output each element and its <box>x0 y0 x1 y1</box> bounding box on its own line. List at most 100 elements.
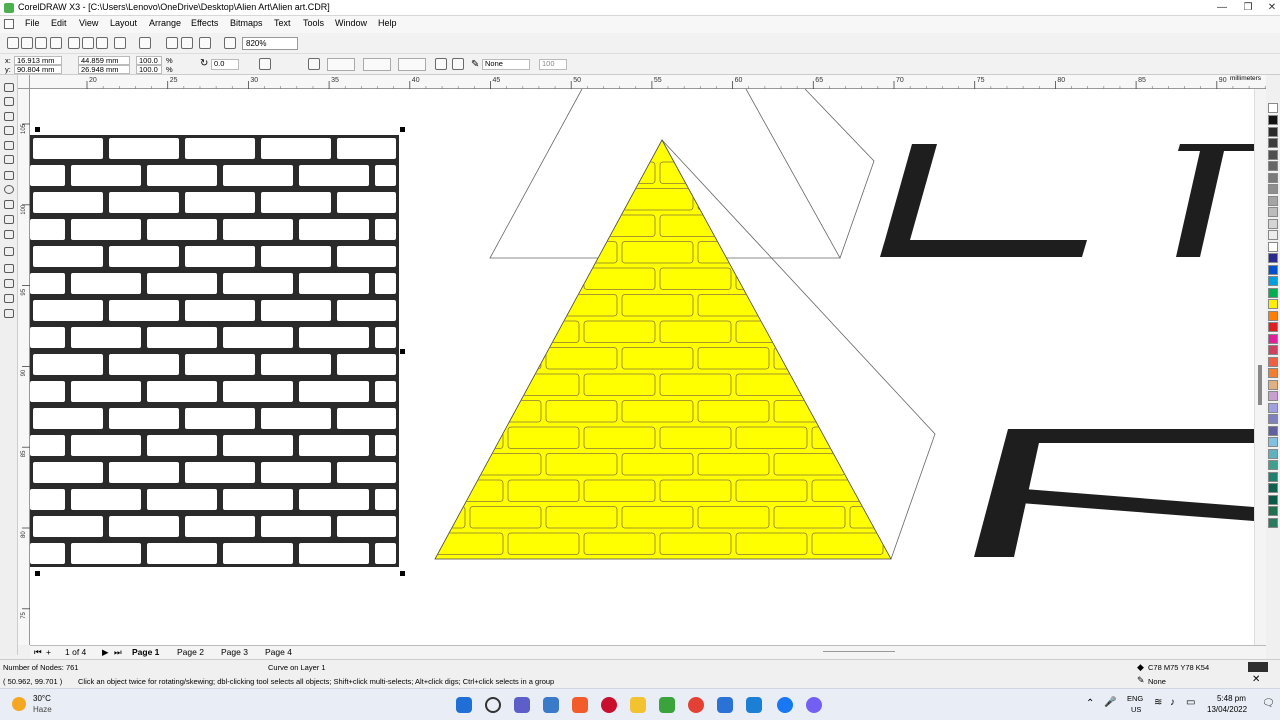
volume-icon[interactable]: ♪ <box>1170 697 1175 708</box>
menu-help[interactable]: Help <box>378 18 397 28</box>
width-field[interactable]: 44.859 mm <box>78 56 130 65</box>
polygon-tool-icon[interactable] <box>4 200 14 209</box>
freehand-tool-icon[interactable] <box>4 141 14 150</box>
chevron-up-icon[interactable]: ⌃ <box>1086 698 1094 709</box>
palette-swatch[interactable] <box>1268 437 1278 447</box>
weather-desc[interactable]: Haze <box>33 705 52 714</box>
file-explorer-alt-icon[interactable] <box>543 697 559 713</box>
menu-text[interactable]: Text <box>274 18 291 28</box>
menu-file[interactable]: File <box>25 18 40 28</box>
wrap-icon[interactable] <box>308 58 320 70</box>
clock-time[interactable]: 5:48 pm <box>1217 694 1246 703</box>
vertical-ruler[interactable]: 105 100 95 90 85 80 75 <box>18 89 30 645</box>
launcher-icon[interactable] <box>199 37 211 49</box>
palette-swatch[interactable] <box>1268 253 1278 263</box>
y-position-field[interactable]: 90.804 mm <box>14 65 62 74</box>
palette-swatch[interactable] <box>1268 368 1278 378</box>
windows-start-icon[interactable] <box>456 697 472 713</box>
save-icon[interactable] <box>35 37 47 49</box>
menu-effects[interactable]: Effects <box>191 18 218 28</box>
tab-page-3[interactable]: Page 3 <box>221 647 248 657</box>
palette-swatch[interactable] <box>1268 184 1278 194</box>
app-store-icon[interactable] <box>717 697 733 713</box>
cut-icon[interactable] <box>68 37 80 49</box>
palette-swatch[interactable] <box>1268 161 1278 171</box>
outline-tool-icon[interactable] <box>4 279 14 288</box>
print-icon[interactable] <box>50 37 62 49</box>
microphone-icon[interactable]: 🎤 <box>1104 697 1116 708</box>
palette-swatch[interactable] <box>1268 172 1278 183</box>
palette-swatch[interactable] <box>1268 333 1278 344</box>
battery-icon[interactable]: ▭ <box>1186 697 1195 708</box>
media-icon[interactable] <box>601 697 617 713</box>
brick-wall[interactable] <box>30 135 399 567</box>
line-style-select[interactable] <box>398 58 426 71</box>
palette-swatch[interactable] <box>1268 379 1278 390</box>
rectangle-tool-icon[interactable] <box>4 171 14 180</box>
import-icon[interactable] <box>166 37 178 49</box>
minimize-button[interactable]: — <box>1208 0 1236 16</box>
interactive-tool-icon[interactable] <box>4 247 14 256</box>
menu-bitmaps[interactable]: Bitmaps <box>230 18 263 28</box>
fill-tool-icon[interactable] <box>4 294 14 303</box>
palette-swatch[interactable] <box>1268 356 1278 367</box>
basic-shapes-tool-icon[interactable] <box>4 215 14 224</box>
palette-swatch[interactable] <box>1268 322 1278 332</box>
menu-layout[interactable]: Layout <box>110 18 137 28</box>
pick-tool-icon[interactable] <box>4 83 14 92</box>
palette-swatch[interactable] <box>1268 310 1278 321</box>
viber-icon[interactable] <box>806 697 822 713</box>
menu-arrange[interactable]: Arrange <box>149 18 181 28</box>
brave-icon[interactable] <box>572 697 588 713</box>
todo-icon[interactable] <box>746 697 762 713</box>
menu-edit[interactable]: Edit <box>51 18 67 28</box>
palette-swatch[interactable] <box>1268 149 1278 160</box>
palette-swatch[interactable] <box>1268 218 1278 229</box>
welcome-icon[interactable] <box>224 37 236 49</box>
palette-swatch[interactable] <box>1268 241 1278 252</box>
chat-icon[interactable] <box>514 697 530 713</box>
palette-swatch[interactable] <box>1268 448 1278 459</box>
start-arrow-select[interactable] <box>363 58 391 71</box>
undo-icon[interactable] <box>114 37 126 49</box>
eyedropper-tool-icon[interactable] <box>4 264 14 273</box>
tab-page-2[interactable]: Page 2 <box>177 647 204 657</box>
copy-icon[interactable] <box>82 37 94 49</box>
palette-swatch[interactable] <box>1268 126 1278 137</box>
outline-select[interactable]: None <box>482 59 530 70</box>
zoom-select[interactable]: 820% <box>242 37 298 50</box>
fill-color-swatch[interactable] <box>1248 662 1268 672</box>
palette-swatch[interactable] <box>1268 494 1278 505</box>
mirror-h-icon[interactable] <box>259 58 271 70</box>
interactive-fill-tool-icon[interactable] <box>4 309 14 318</box>
export-icon[interactable] <box>181 37 193 49</box>
scale-y-field[interactable]: 100.0 <box>136 65 162 74</box>
opacity-field[interactable]: 100 <box>539 59 567 70</box>
no-color-swatch[interactable] <box>1268 103 1278 113</box>
palette-swatch[interactable] <box>1268 460 1278 470</box>
palette-swatch[interactable] <box>1268 264 1278 275</box>
tab-page-4[interactable]: Page 4 <box>265 647 292 657</box>
close-button[interactable]: ✕ <box>1258 0 1280 16</box>
text-tool-icon[interactable] <box>4 230 14 239</box>
language-label[interactable]: ENG <box>1127 694 1143 703</box>
menu-view[interactable]: View <box>79 18 98 28</box>
alien-text-shapes[interactable] <box>880 144 1254 557</box>
vertical-scrollbar[interactable] <box>1254 89 1266 645</box>
palette-swatch[interactable] <box>1268 138 1278 148</box>
palette-swatch[interactable] <box>1268 425 1278 436</box>
palette-swatch[interactable] <box>1268 115 1278 125</box>
shape-tool-icon[interactable] <box>4 97 14 106</box>
redo-icon[interactable] <box>139 37 151 49</box>
angle-field[interactable]: 0.0 <box>211 59 239 70</box>
yellow-pyramid[interactable] <box>394 139 959 581</box>
palette-swatch[interactable] <box>1268 471 1278 482</box>
palette-swatch[interactable] <box>1268 207 1278 217</box>
menu-window[interactable]: Window <box>335 18 367 28</box>
palette-swatch[interactable] <box>1268 276 1278 286</box>
weather-icon[interactable] <box>12 697 26 711</box>
tab-page-1[interactable]: Page 1 <box>132 647 159 657</box>
drawing-canvas[interactable] <box>30 89 1254 645</box>
search-icon[interactable] <box>485 697 501 713</box>
end-arrow-icon[interactable] <box>435 58 447 70</box>
